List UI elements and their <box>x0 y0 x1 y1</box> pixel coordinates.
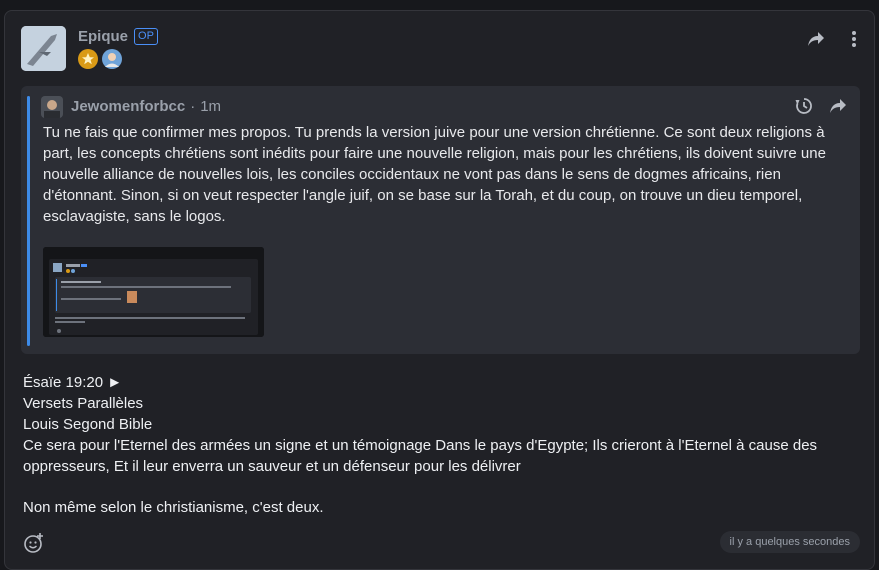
badge-list <box>78 49 122 69</box>
post-timestamp[interactable]: il y a quelques secondes <box>719 531 860 553</box>
quote-actions <box>794 96 848 116</box>
post-body: Ésaïe 19:20 ► Versets Parallèles Louis S… <box>23 372 853 518</box>
quote-time: 1m <box>200 98 222 115</box>
star-badge-icon[interactable] <box>78 49 98 69</box>
history-icon[interactable] <box>794 96 814 116</box>
author-line: Epique OP <box>78 28 158 45</box>
share-icon[interactable] <box>806 29 826 49</box>
closing-text: Non même selon le christianisme, c'est d… <box>23 499 324 516</box>
quote-header: Jewomenforbcc · 1m <box>71 98 221 115</box>
quoted-post[interactable]: Jewomenforbcc · 1m Tu ne fais que confir… <box>21 86 860 354</box>
verse-text: Ce sera pour l'Eternel des armées un sig… <box>23 437 818 475</box>
op-badge: OP <box>134 28 158 45</box>
quote-text: Tu ne fais que confirmer mes propos. Tu … <box>43 124 826 225</box>
post-actions <box>806 29 864 49</box>
bible-version-line: Louis Segond Bible <box>23 416 153 433</box>
quote-accent-bar <box>27 96 30 346</box>
author-avatar[interactable] <box>21 26 66 71</box>
parallel-verses-line: Versets Parallèles <box>23 395 144 412</box>
quote-author-name[interactable]: Jewomenforbcc <box>71 98 185 115</box>
more-options-icon[interactable] <box>844 29 864 49</box>
verse-reference: Ésaïe 19:20 ► <box>23 374 123 391</box>
post-card: Epique OP Jewomenforbcc · 1m Tu ne fais … <box>4 10 875 570</box>
add-reaction-icon[interactable] <box>23 532 45 554</box>
avatar-badge-icon[interactable] <box>102 49 122 69</box>
separator-dot: · <box>190 98 196 115</box>
quote-share-icon[interactable] <box>828 96 848 116</box>
quote-author-avatar[interactable] <box>41 96 63 118</box>
quote-image-thumbnail[interactable] <box>43 247 264 337</box>
author-name[interactable]: Epique <box>78 28 128 45</box>
